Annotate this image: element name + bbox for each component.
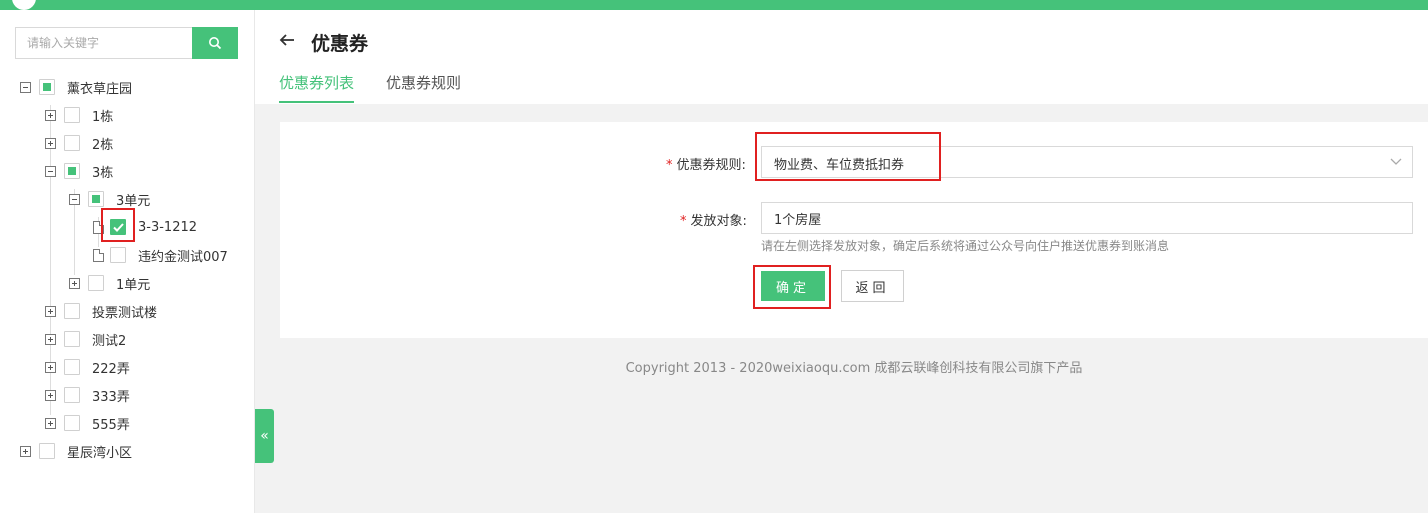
collapse-icon[interactable] [45,165,56,177]
tree-node-label: 222弄 [92,361,130,377]
tree-node-label: 2栋 [92,137,114,153]
tree-node-label: 3单元 [116,193,151,209]
tree-checkbox[interactable] [64,135,80,151]
tree-node[interactable]: 555弄 [45,411,130,435]
top-bar [0,0,1428,10]
tree-node-label: 测试2 [92,333,127,349]
expand-icon[interactable] [45,109,56,121]
search-box [15,27,238,59]
target-input[interactable] [761,202,1413,234]
tree-node-label: 薰衣草庄园 [67,81,133,97]
back-arrow-icon[interactable] [279,33,295,47]
search-input[interactable] [15,27,193,59]
tree-node-label: 333弄 [92,389,130,405]
expand-icon[interactable] [45,417,56,429]
highlight-selected-room [101,208,135,242]
tree-node[interactable]: 1单元 [69,271,150,295]
tree-node[interactable]: 222弄 [45,355,130,379]
page-title: 优惠券 [311,33,369,55]
tree-node[interactable]: 1栋 [45,103,113,127]
tree-checkbox[interactable] [110,247,126,263]
tree-checkbox[interactable] [64,303,80,319]
tree-checkbox[interactable] [64,415,80,431]
search-icon [209,37,222,50]
tree-node-label: 3-3-1212 [138,219,198,235]
target-hint: 请在左侧选择发放对象，确定后系统将通过公众号向住户推送优惠券到账消息 [761,239,1170,253]
page-header: 优惠券 优惠券列表 优惠券规则 [255,10,1428,104]
collapse-sidebar-button[interactable]: « [255,409,274,463]
tree-node[interactable]: 333弄 [45,383,130,407]
highlight-confirm-button [753,265,831,309]
target-label: * 发放对象: [680,214,747,229]
tree-node[interactable]: 薰衣草庄园 [20,75,132,99]
tab-coupon-list[interactable]: 优惠券列表 [279,72,355,103]
expand-icon[interactable] [69,277,80,289]
tree-node-label: 星辰湾小区 [67,445,133,461]
tree-checkbox[interactable] [88,191,104,207]
expand-icon[interactable] [45,333,56,345]
tree-node-label: 555弄 [92,417,130,433]
tree-node-label: 1栋 [92,109,114,125]
tree-checkbox[interactable] [64,359,80,375]
collapse-icon[interactable] [20,81,31,93]
chevron-down-icon [1390,158,1402,165]
tree-checkbox[interactable] [64,387,80,403]
tree-checkbox[interactable] [39,79,55,95]
tree-node[interactable]: 投票测试楼 [45,299,157,323]
tree-node[interactable]: 测试2 [45,327,126,351]
expand-icon[interactable] [45,137,56,149]
tree-checkbox[interactable] [64,331,80,347]
tree-checkbox[interactable] [64,163,80,179]
search-button[interactable] [192,27,238,59]
tab-bar: 优惠券列表 优惠券规则 [279,72,493,103]
tree-node-label: 投票测试楼 [92,305,158,321]
tree-checkbox[interactable] [39,443,55,459]
back-button[interactable]: 返回 [841,270,904,302]
rule-label: * 优惠券规则: [666,158,746,173]
expand-icon[interactable] [45,389,56,401]
tree-node-label: 3栋 [92,165,114,181]
tree-checkbox[interactable] [64,107,80,123]
tree-node-label: 1单元 [116,277,151,293]
tree-node[interactable]: 违约金测试007 [93,243,228,267]
expand-icon[interactable] [20,445,31,457]
sidebar: 薰衣草庄园 1栋 2栋 3栋3单元 3-3-1212 违约金测试007 1单元投票测试楼测试… [0,10,255,513]
tree-node[interactable]: 2栋 [45,131,113,155]
footer-copyright: Copyright 2013 - 2020weixiaoqu.com 成都云联峰… [625,361,1083,376]
expand-icon[interactable] [45,305,56,317]
expand-icon[interactable] [45,361,56,373]
tree-node[interactable]: 3栋 [45,159,113,183]
tree-node[interactable]: 星辰湾小区 [20,439,132,463]
tab-coupon-rules[interactable]: 优惠券规则 [386,72,461,103]
highlight-rule-select [755,132,941,181]
tree-checkbox[interactable] [88,275,104,291]
collapse-icon[interactable] [69,193,80,205]
document-icon [93,248,104,262]
logo-icon [12,0,36,10]
tree-node-label: 违约金测试007 [138,249,228,265]
